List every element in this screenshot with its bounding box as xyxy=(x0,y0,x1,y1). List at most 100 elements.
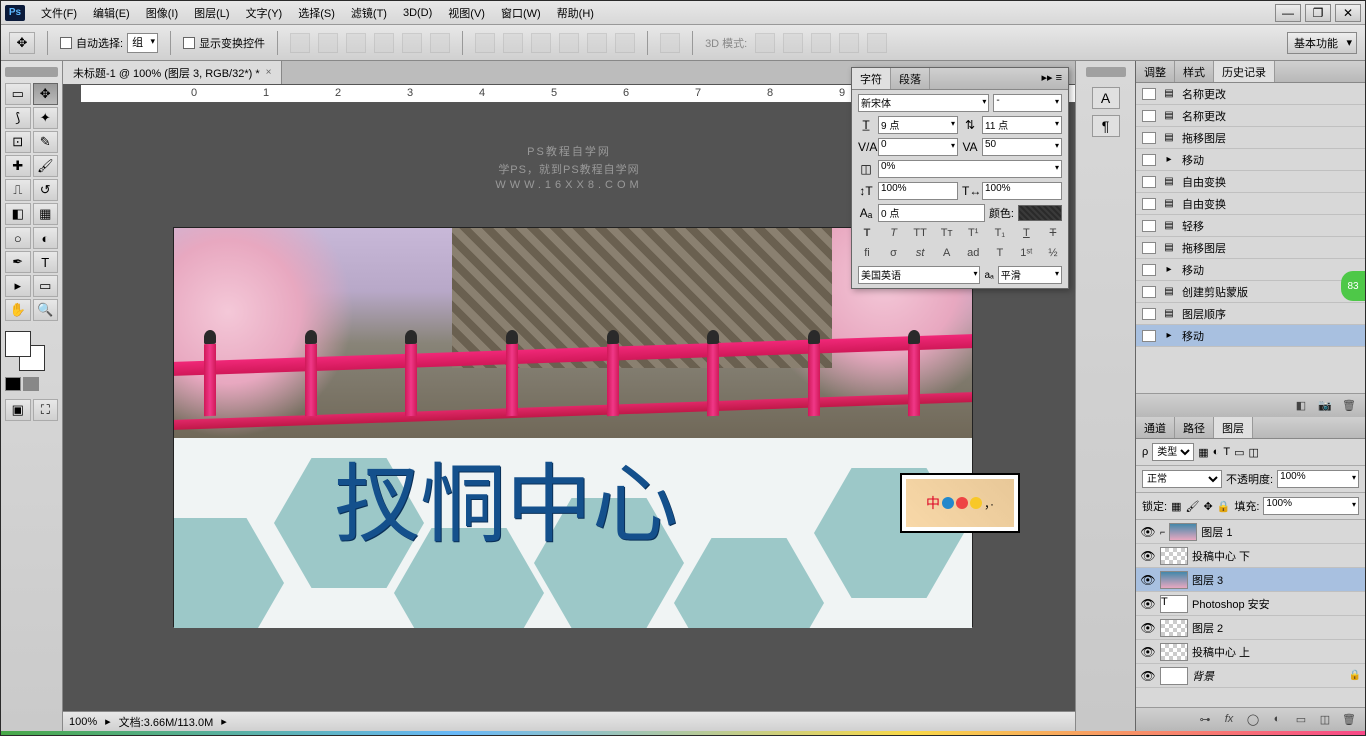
screenmode-tool[interactable]: ⛶ xyxy=(33,399,59,421)
bold-icon[interactable]: T xyxy=(858,226,876,242)
type-tool[interactable]: T xyxy=(33,251,59,273)
dodge-tool[interactable]: ◐ xyxy=(33,227,59,249)
strike-icon[interactable]: T xyxy=(1044,226,1062,242)
history-item[interactable]: ▤名称更改 xyxy=(1136,83,1365,105)
tab-layers[interactable]: 图层 xyxy=(1214,417,1253,438)
character-panel[interactable]: 字符 段落 ▸▸ ≡ 新宋体- T̲9 点⇅11 点 V/A0VA50 ◫0% … xyxy=(851,67,1069,289)
baseline-input[interactable]: 0% xyxy=(878,160,1062,178)
heal-tool[interactable]: ✚ xyxy=(5,155,31,177)
group-icon[interactable]: ▭ xyxy=(1293,713,1309,727)
layer-item[interactable]: 👁图层 3 xyxy=(1136,568,1365,592)
lock-trans-icon[interactable]: ▦ xyxy=(1171,500,1181,513)
zoom-tool[interactable]: 🔍 xyxy=(33,299,59,321)
eyedropper-tool[interactable]: ✎ xyxy=(33,131,59,153)
maximize-button[interactable]: ❐ xyxy=(1305,4,1331,22)
menu-3d[interactable]: 3D(D) xyxy=(395,4,440,22)
visibility-icon[interactable]: 👁 xyxy=(1140,645,1156,659)
font-family-dropdown[interactable]: 新宋体 xyxy=(858,94,989,112)
visibility-icon[interactable]: 👁 xyxy=(1140,597,1156,611)
adjust-icon[interactable]: ◐ xyxy=(1269,713,1285,727)
layer-item[interactable]: 👁TPhotoshop 安安 xyxy=(1136,592,1365,616)
close-tab-icon[interactable]: × xyxy=(266,67,272,78)
hand-tool[interactable]: ✋ xyxy=(5,299,31,321)
kerning-input[interactable]: 0 xyxy=(878,138,958,156)
filter-smart-icon[interactable]: ◫ xyxy=(1248,446,1258,459)
history-item[interactable]: ▤自由变换 xyxy=(1136,193,1365,215)
tab-adjustments[interactable]: 调整 xyxy=(1136,61,1175,82)
layer-item[interactable]: 👁投稿中心 下 xyxy=(1136,544,1365,568)
distribute-icon[interactable] xyxy=(559,33,579,53)
auto-align-icon[interactable] xyxy=(660,33,680,53)
layer-item[interactable]: 👁图层 2 xyxy=(1136,616,1365,640)
filter-shape-icon[interactable]: ▭ xyxy=(1234,446,1244,459)
minimize-button[interactable]: — xyxy=(1275,4,1301,22)
document-tab[interactable]: 未标题-1 @ 100% (图层 3, RGB/32*) *× xyxy=(63,61,282,84)
wand-tool[interactable]: ✦ xyxy=(33,107,59,129)
toolbox-grip[interactable] xyxy=(5,67,58,77)
character-panel-icon[interactable]: A xyxy=(1092,87,1120,109)
history-item[interactable]: ▤自由变换 xyxy=(1136,171,1365,193)
menu-view[interactable]: 视图(V) xyxy=(440,2,493,24)
layer-item[interactable]: 👁投稿中心 上 xyxy=(1136,640,1365,664)
pen-tool[interactable]: ✒ xyxy=(5,251,31,273)
sub-icon[interactable]: T₁ xyxy=(991,226,1009,242)
layer-item[interactable]: 👁背景🔒 xyxy=(1136,664,1365,688)
swap-colors-icon[interactable] xyxy=(23,377,39,391)
history-item[interactable]: ▸移动 xyxy=(1136,149,1365,171)
history-item[interactable]: ▤创建剪贴蒙版 xyxy=(1136,281,1365,303)
lock-paint-icon[interactable]: 🖌 xyxy=(1185,500,1199,513)
history-item[interactable]: ▤拖移图层 xyxy=(1136,237,1365,259)
tab-paragraph[interactable]: 段落 xyxy=(891,68,930,89)
smallcaps-icon[interactable]: Tᴛ xyxy=(938,226,956,242)
fi-icon[interactable]: fi xyxy=(858,246,876,262)
antialias-dropdown[interactable]: 平滑 xyxy=(998,266,1062,284)
trash-icon[interactable]: 🗑 xyxy=(1341,399,1357,413)
auto-select-checkbox[interactable] xyxy=(60,37,72,49)
camera-icon[interactable]: 📷 xyxy=(1317,399,1333,413)
tab-history[interactable]: 历史记录 xyxy=(1214,61,1275,82)
menu-help[interactable]: 帮助(H) xyxy=(549,2,602,24)
opacity-input[interactable]: 100% xyxy=(1277,470,1359,488)
menu-window[interactable]: 窗口(W) xyxy=(493,2,549,24)
mode3d-icon[interactable] xyxy=(811,33,831,53)
trash-icon[interactable]: 🗑 xyxy=(1341,713,1357,727)
fill-input[interactable]: 100% xyxy=(1263,497,1359,515)
menu-select[interactable]: 选择(S) xyxy=(290,2,343,24)
history-item[interactable]: ▤拖移图层 xyxy=(1136,127,1365,149)
gradient-tool[interactable]: ▦ xyxy=(33,203,59,225)
layers-list[interactable]: 👁⌐图层 1👁投稿中心 下👁图层 3👁TPhotoshop 安安👁图层 2👁投稿… xyxy=(1136,520,1365,707)
tab-styles[interactable]: 样式 xyxy=(1175,61,1214,82)
font-style-dropdown[interactable]: - xyxy=(993,94,1062,112)
menu-edit[interactable]: 编辑(E) xyxy=(85,2,138,24)
crop-tool[interactable]: ⊡ xyxy=(5,131,31,153)
stamp-tool[interactable]: ⎍ xyxy=(5,179,31,201)
text-color-swatch[interactable] xyxy=(1018,205,1062,221)
caps-icon[interactable]: TT xyxy=(911,226,929,242)
tab-paths[interactable]: 路径 xyxy=(1175,417,1214,438)
blend-mode-dropdown[interactable]: 正常 xyxy=(1142,470,1222,488)
menu-layer[interactable]: 图层(L) xyxy=(186,2,237,24)
history-item[interactable]: ▤轻移 xyxy=(1136,215,1365,237)
move-tool-indicator[interactable]: ✥ xyxy=(9,32,35,54)
new-layer-icon[interactable]: ◫ xyxy=(1317,713,1333,727)
ordinal-icon[interactable]: 1ˢᵗ xyxy=(1017,246,1035,262)
st-icon[interactable]: st xyxy=(911,246,929,262)
visibility-icon[interactable]: 👁 xyxy=(1140,669,1156,683)
hscale-input[interactable]: 100% xyxy=(982,182,1062,200)
leading-input[interactable]: 11 点 xyxy=(982,116,1062,134)
color-swatch[interactable] xyxy=(5,331,45,371)
tracking-input[interactable]: 50 xyxy=(982,138,1062,156)
menu-filter[interactable]: 滤镜(T) xyxy=(343,2,395,24)
fx-icon[interactable]: fx xyxy=(1221,713,1237,727)
align-icon[interactable] xyxy=(346,33,366,53)
marquee-tool[interactable]: ▭ xyxy=(5,83,31,105)
ime-popup[interactable]: 中 ，· xyxy=(900,473,1020,533)
filter-pixel-icon[interactable]: ▦ xyxy=(1198,446,1208,459)
history-item[interactable]: ▤图层顺序 xyxy=(1136,303,1365,325)
fg-color[interactable] xyxy=(5,331,31,357)
history-list[interactable]: ▤名称更改▤名称更改▤拖移图层▸移动▤自由变换▤自由变换▤轻移▤拖移图层▸移动▤… xyxy=(1136,83,1365,393)
distribute-icon[interactable] xyxy=(503,33,523,53)
lasso-tool[interactable]: ⟆ xyxy=(5,107,31,129)
mode3d-icon[interactable] xyxy=(783,33,803,53)
shift-input[interactable]: 0 点 xyxy=(878,204,985,222)
